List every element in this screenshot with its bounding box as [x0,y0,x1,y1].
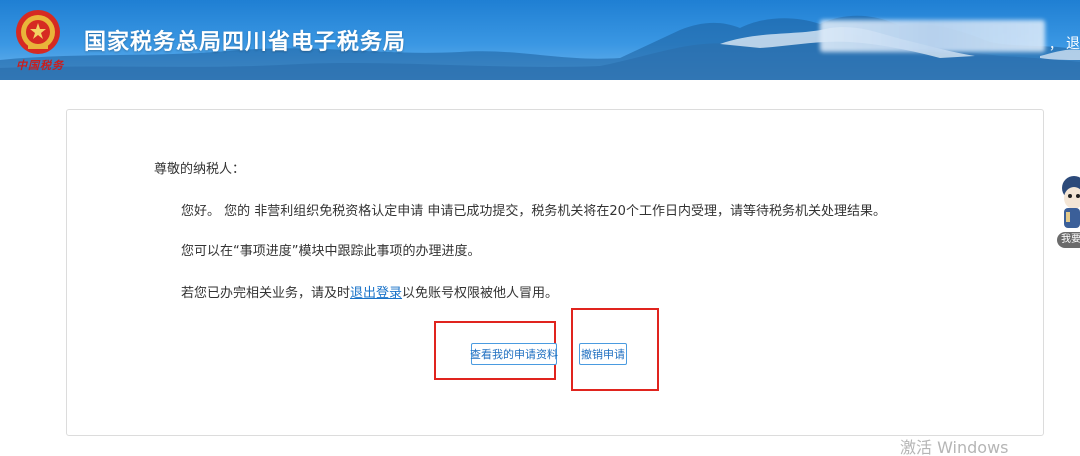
reminder-prefix: 若您已办完相关业务，请及时 [181,286,351,301]
brand-mark: 中国税务 [16,59,64,72]
site-title: 国家税务总局四川省电子税务局 [84,30,407,55]
site-header: 中国税务 国家税务总局四川省电子税务局 ， 退 [0,0,1080,80]
reminder-suffix: 以免账号权限被他人冒用。 [402,286,559,301]
header-logout-link[interactable]: 退 [1066,33,1080,53]
logout-link[interactable]: 退出登录 [350,286,402,301]
header-separator: ， [1049,38,1063,53]
mascot-label[interactable]: 我要 [1057,232,1080,248]
notice-logout-reminder: 若您已办完相关业务，请及时退出登录以免账号权限被他人冒用。 [181,282,558,301]
view-application-button[interactable]: 查看我的申请资料 [470,343,558,365]
national-emblem-icon [14,8,62,56]
user-info-blurred [820,20,1045,52]
notice-submission-message: 您好。 您的 非营利组织免税资格认定申请 申请已成功提交，税务机关将在20个工作… [181,204,886,219]
activate-windows-watermark: 激活 Windows [900,438,1009,456]
notice-progress-hint: 您可以在“事项进度”模块中跟踪此事项的办理进度。 [181,244,481,259]
revoke-application-button[interactable]: 撤销申请 [579,343,627,365]
notice-greeting: 尊敬的纳税人： [154,162,246,177]
